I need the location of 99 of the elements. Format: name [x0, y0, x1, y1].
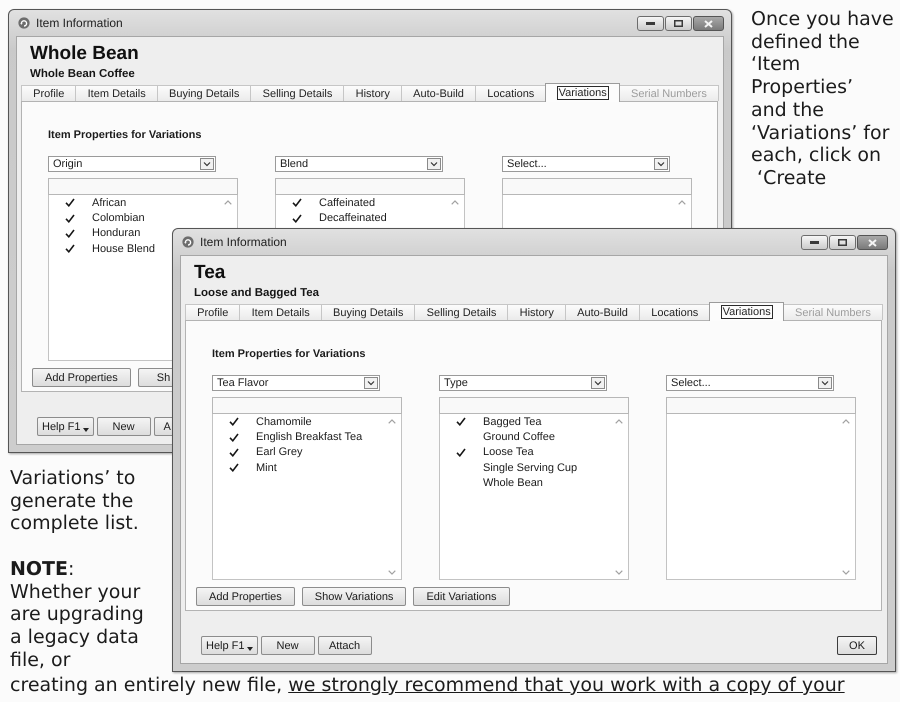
tab[interactable]: Selling Details — [250, 85, 344, 101]
caret-icon — [591, 377, 605, 389]
input-field[interactable] — [212, 397, 402, 414]
action-button[interactable]: Add Properties — [32, 368, 131, 387]
close-icon — [704, 20, 713, 28]
checklist-item[interactable]: Earl Grey — [213, 444, 302, 460]
property-dropdown[interactable]: Blend — [275, 156, 443, 172]
footer-button[interactable]: Help F1 — [201, 636, 258, 655]
caret-icon — [818, 377, 832, 389]
window-icon — [18, 17, 30, 29]
chevron-down-icon[interactable] — [842, 570, 850, 575]
action-button[interactable]: Sh — [138, 368, 172, 387]
tab[interactable]: Profile — [21, 85, 76, 101]
chevron-up-icon[interactable] — [388, 419, 396, 424]
footer-button[interactable]: A — [154, 417, 173, 436]
input-field[interactable] — [502, 178, 692, 195]
minimize-button[interactable] — [637, 16, 664, 31]
tab[interactable]: Auto-Build — [565, 304, 640, 320]
window-title: Item Information — [200, 235, 287, 249]
check-icon — [456, 448, 466, 457]
checklist-item[interactable]: Whole Bean — [440, 476, 543, 491]
checklist-item[interactable]: Honduran — [49, 226, 140, 242]
maximize-button[interactable] — [665, 16, 692, 31]
item-name-heading: Tea — [194, 262, 226, 284]
tab[interactable]: Buying Details — [156, 85, 252, 101]
property-dropdown[interactable]: Select... — [502, 156, 670, 172]
tab[interactable]: Locations — [475, 85, 546, 101]
tab[interactable]: Item Details — [75, 85, 158, 101]
item-description: Loose and Bagged Tea — [194, 286, 320, 300]
footer-button[interactable]: New — [96, 417, 151, 436]
tab[interactable]: History — [343, 85, 402, 101]
maximize-icon — [838, 239, 847, 246]
input-field[interactable] — [48, 178, 238, 195]
minimize-icon — [646, 22, 655, 25]
window-title: Item Information — [36, 16, 123, 30]
ok-button[interactable]: OK — [837, 636, 877, 655]
body-text: creating an entirely new file, we strongly recommend that you work with a copy of your — [9, 673, 845, 697]
footer-button[interactable]: Help F1 — [37, 417, 94, 436]
checklist-item[interactable]: Single Serving Cup — [440, 460, 578, 476]
tab[interactable]: Variations — [709, 302, 784, 321]
caret-icon — [246, 646, 253, 650]
caret-icon — [654, 158, 668, 170]
minimize-icon — [810, 241, 819, 244]
item-description: Whole Bean Coffee — [30, 67, 135, 81]
caret-icon — [82, 428, 89, 432]
close-button[interactable] — [693, 16, 724, 31]
checklist-item[interactable]: Ground Coffee — [440, 429, 555, 445]
tab[interactable]: Item Details — [239, 304, 322, 320]
footer-button[interactable]: New — [260, 636, 315, 655]
input-field[interactable] — [275, 178, 465, 195]
tab[interactable]: Locations — [639, 304, 710, 320]
body-text: Variations’ to generate the complete list. — [10, 467, 139, 536]
section-title: Item Properties for Variations — [212, 347, 366, 361]
caret-icon — [364, 377, 378, 389]
footer-button[interactable]: Attach — [318, 636, 372, 655]
checklist-item[interactable]: Loose Tea — [440, 444, 534, 460]
tab[interactable]: History — [507, 304, 566, 320]
checklist-item[interactable]: English Breakfast Tea — [213, 429, 362, 445]
caret-icon — [427, 158, 441, 170]
chevron-up-icon[interactable] — [615, 419, 623, 424]
body-text: Once you have defined the ‘Item Properties’ and the ‘Variations’ for each, click on ‘Create — [751, 8, 894, 190]
tab[interactable]: Selling Details — [414, 304, 508, 320]
close-button[interactable] — [857, 235, 888, 250]
property-dropdown[interactable]: Type — [439, 375, 607, 391]
tab[interactable]: Profile — [185, 304, 240, 320]
chevron-up-icon[interactable] — [842, 419, 850, 424]
item-name-heading: Whole Bean — [30, 43, 139, 65]
checklist-item[interactable]: Colombian — [49, 210, 145, 226]
tab[interactable]: Buying Details — [320, 304, 416, 320]
checklist-item[interactable]: Chamomile — [213, 414, 312, 430]
action-button[interactable]: Show Variations — [302, 587, 406, 606]
caret-icon — [200, 158, 214, 170]
checklist-item[interactable]: Bagged Tea — [440, 414, 542, 430]
input-field[interactable] — [439, 397, 629, 414]
check-icon — [456, 417, 466, 426]
chevron-down-icon[interactable] — [388, 570, 396, 575]
checklist-item[interactable]: Caffeinated — [276, 195, 376, 210]
section-title: Item Properties for Variations — [48, 128, 202, 142]
maximize-icon — [674, 20, 683, 27]
property-dropdown[interactable]: Origin — [48, 156, 216, 172]
chevron-up-icon[interactable] — [678, 200, 686, 205]
minimize-button[interactable] — [801, 235, 828, 250]
checklist-item[interactable]: House Blend — [49, 241, 155, 257]
chevron-up-icon[interactable] — [451, 200, 459, 205]
window-icon — [182, 236, 194, 248]
input-field[interactable] — [666, 397, 856, 414]
checklist-item[interactable]: Mint — [213, 460, 277, 476]
checklist-item[interactable]: African — [49, 195, 126, 210]
tab[interactable]: Auto-Build — [401, 85, 476, 101]
chevron-down-icon[interactable] — [615, 570, 623, 575]
maximize-button[interactable] — [829, 235, 856, 250]
close-icon — [868, 238, 877, 246]
property-dropdown[interactable]: Select... — [666, 375, 834, 391]
checklist-item[interactable]: Decaffeinated — [276, 210, 387, 226]
tab[interactable]: Variations — [545, 83, 620, 102]
property-dropdown[interactable]: Tea Flavor — [212, 375, 380, 391]
action-button[interactable]: Add Properties — [196, 587, 295, 606]
chevron-up-icon[interactable] — [224, 200, 232, 205]
action-button[interactable]: Edit Variations — [413, 587, 510, 606]
